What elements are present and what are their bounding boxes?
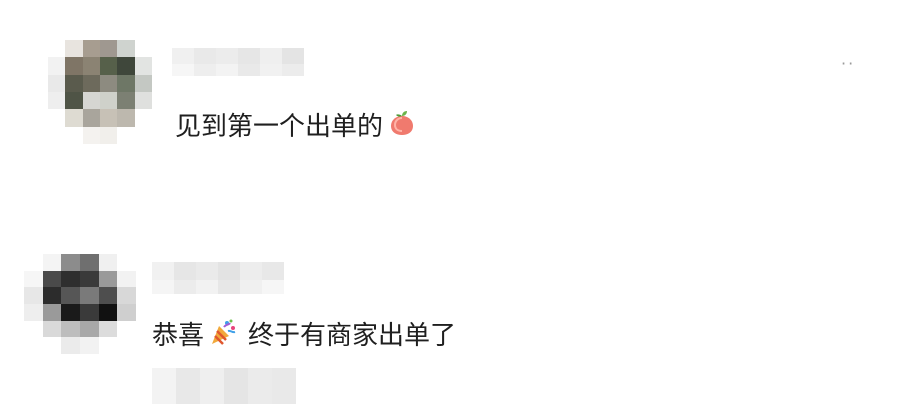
avatar[interactable] bbox=[48, 40, 152, 144]
username-blurred-row2 bbox=[152, 280, 284, 294]
party-popper-icon bbox=[208, 317, 238, 354]
comment-text: 恭喜 终于有商家出单了 bbox=[152, 317, 456, 354]
more-options-icon[interactable]: ·· bbox=[841, 56, 861, 72]
username-blurred-row2 bbox=[172, 64, 304, 76]
peach-icon bbox=[387, 108, 417, 145]
comment-text: 见到第一个出单的 bbox=[175, 108, 417, 145]
avatar[interactable] bbox=[24, 254, 136, 354]
comment-prefix: 恭喜 bbox=[152, 320, 205, 351]
comment-body: 见到第一个出单的 bbox=[175, 111, 384, 142]
comment-body: 终于有商家出单了 bbox=[248, 320, 457, 351]
comment-meta-blurred bbox=[152, 368, 296, 404]
